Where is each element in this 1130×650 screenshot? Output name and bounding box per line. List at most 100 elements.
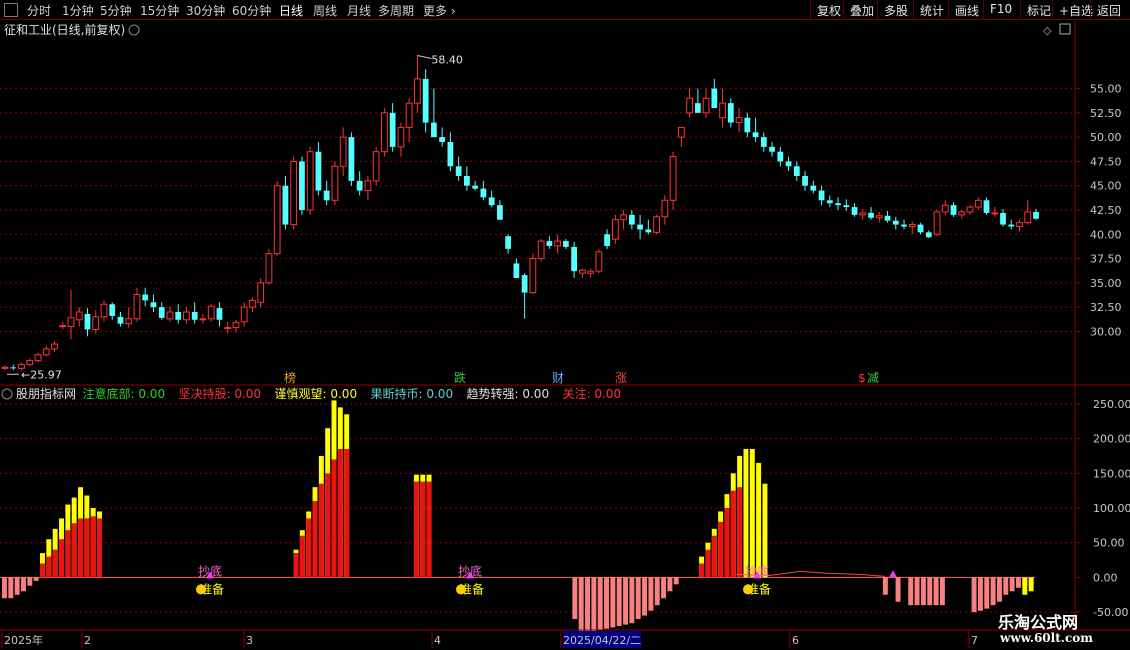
candle-body [686,97,693,114]
candle-body [752,132,759,138]
period-tab-3[interactable]: 15分钟 [140,2,179,19]
candle [991,207,999,217]
stock-menu-icon [128,24,140,36]
candle [752,117,759,142]
ind-bar-red [718,521,724,578]
candle-body [628,214,635,225]
candle-body [1016,222,1023,228]
date-label: 2025年 [4,633,43,647]
candle-body [843,205,850,208]
low-price-label: ←25.97 [21,368,62,381]
indicator-item: 谨慎观望: 0.00 [275,387,358,401]
candle [142,287,149,307]
candle-body [265,253,273,284]
toolbar-button-0[interactable]: 复权 [810,0,847,20]
candle [216,302,223,327]
ind-bar-pink [585,577,590,633]
candle-body [480,188,487,198]
candle [595,248,603,274]
candle [769,142,775,157]
candle [818,185,825,206]
ind-bar-yellow [743,449,749,578]
candle-body [166,311,174,320]
candle-body [75,311,83,321]
ind-tick-label: -50.00 [1093,606,1128,619]
candle [381,108,388,157]
candle [199,313,207,324]
candle [851,203,858,217]
candle [51,341,58,352]
ind-bar-pink [933,577,939,606]
period-tab-6[interactable]: 日线 [279,2,303,19]
candle-body [51,343,58,350]
candle [207,304,215,322]
candle [257,278,265,308]
period-tab-5[interactable]: 60分钟 [232,2,271,19]
candle-body [1000,212,1006,225]
period-tab-0[interactable]: 分时 [27,2,51,19]
period-tab-1[interactable]: 1分钟 [62,2,94,19]
candle [67,289,75,340]
candle-body [620,214,627,221]
toolbar-button-1[interactable]: 叠加 [843,0,880,20]
indicator-item: 趋势转强: 0.00 [467,386,550,401]
candle [966,205,974,215]
price-tick-label: 42.50 [1090,204,1122,217]
ind-bar-red [730,490,736,578]
candle [290,156,298,230]
candle-body [571,246,577,272]
ind-tick-label: 100.00 [1093,502,1130,515]
candle [884,210,891,223]
toolbar-button-5[interactable]: F10 [983,0,1018,20]
price-tick-label: 52.50 [1090,107,1122,120]
period-tab-10[interactable]: 更多 › [423,2,456,19]
candle [513,258,520,278]
signal-coin-icon [743,584,753,595]
period-tab-2[interactable]: 5分钟 [100,2,132,19]
toolbar-button-3[interactable]: 统计 [913,0,950,20]
candle [562,239,569,249]
candle-body [950,205,957,215]
toolbar-menu-icon[interactable] [4,3,18,17]
candle [785,156,792,172]
period-tab-9[interactable]: 多周期 [378,2,414,19]
ind-bar-pink [673,577,679,585]
ind-bar-yellow-neg [1022,577,1028,595]
toolbar-button-2[interactable]: 多股 [877,0,914,20]
ind-bar-red [331,459,337,578]
candle-body [109,304,116,316]
candle-body [810,185,817,191]
candle-body [405,102,413,128]
chart-area[interactable]: 30.0032.5035.0037.5040.0042.5045.0047.50… [0,20,1130,650]
candle-body [207,305,215,320]
ind-bar-pink [635,577,641,620]
candle [34,352,42,363]
candle-body [711,88,718,108]
candle [694,88,701,113]
candle [925,230,932,239]
candle-body [455,166,462,176]
candle [10,364,17,371]
ind-bar-red [337,449,343,578]
candle-body [941,204,949,213]
toolbar-button-8[interactable]: 返回 [1090,0,1127,20]
signal-coin-icon [196,584,206,595]
period-tab-8[interactable]: 月线 [347,2,371,19]
candle [1024,200,1032,225]
period-tab-4[interactable]: 30分钟 [186,2,225,19]
candle-body [372,151,380,182]
ind-bar-pink [21,577,26,592]
candle-body [306,151,314,211]
ind-bar-pink [623,577,629,625]
toolbar-button-4[interactable]: 画线 [948,0,985,20]
candle [711,78,718,108]
watermark-title: 乐淘公式网 [998,613,1079,632]
candle [941,200,949,215]
diamond-icon: ◇ [1043,24,1052,37]
candle-body [785,161,792,167]
candle [299,156,305,215]
indicator-bars [0,400,1035,633]
candle [908,221,916,235]
period-tab-7[interactable]: 周线 [313,2,337,19]
candle-body [199,318,207,321]
